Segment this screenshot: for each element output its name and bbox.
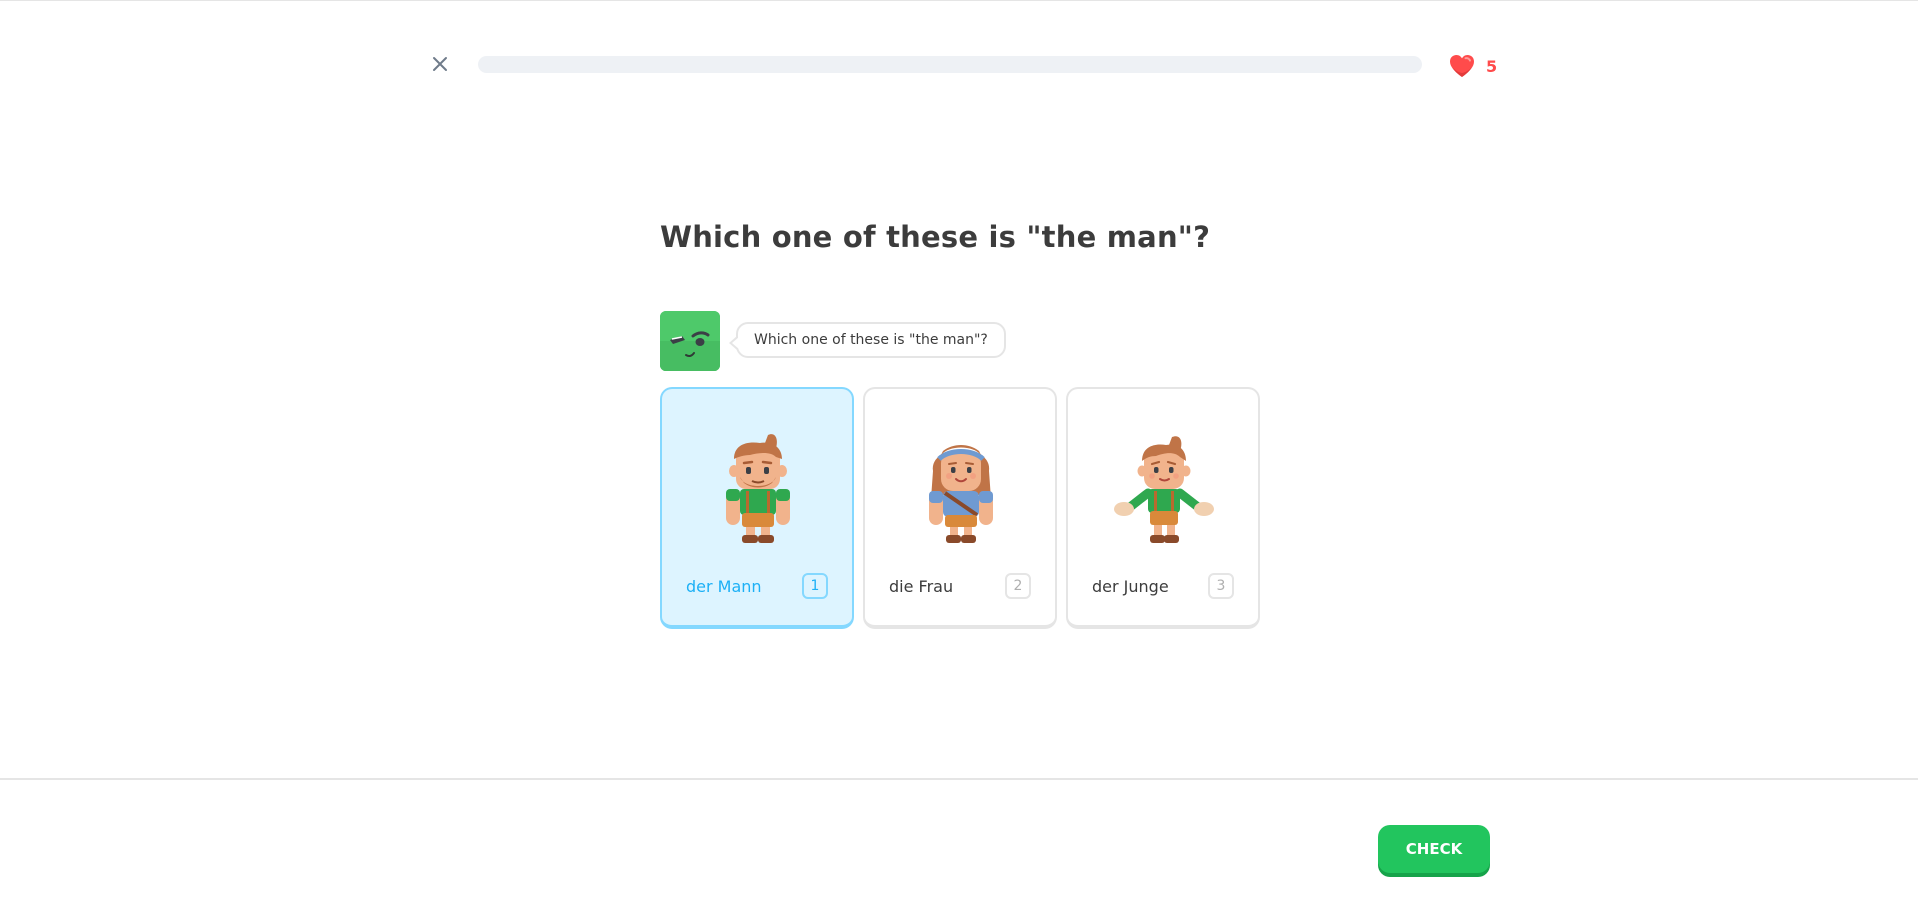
choice-key-badge: 2 [1005,573,1031,599]
woman-illustration [929,445,993,543]
choice-key-badge: 3 [1208,573,1234,599]
choice-label: die Frau [889,577,954,596]
choice-card-2[interactable]: die Frau 2 [863,387,1057,629]
character-avatar [660,311,720,371]
character-face-icon [660,311,720,371]
check-button[interactable]: CHECK [1378,825,1490,873]
footer-divider [0,778,1918,780]
lesson-progress-bar [478,56,1422,73]
choice-card-1[interactable]: der Mann 1 [660,387,854,629]
page-title: Which one of these is "the man"? [660,220,1211,254]
top-divider [0,0,1918,1]
boy-illustration [1114,436,1214,543]
heart-icon [1450,55,1474,77]
speech-bubble: Which one of these is "the man"? [729,322,1006,358]
choice-key-badge: 1 [802,573,828,599]
speech-bubble-text: Which one of these is "the man"? [754,332,988,348]
choice-label: der Junge [1092,577,1169,596]
choice-card-3[interactable]: der Junge 3 [1066,387,1260,629]
hearts-count: 5 [1486,56,1498,76]
choice-label: der Mann [686,577,762,596]
hearts-counter: 5 [1448,52,1497,80]
close-icon [433,57,447,71]
close-button[interactable] [428,52,452,76]
man-illustration [726,434,790,543]
